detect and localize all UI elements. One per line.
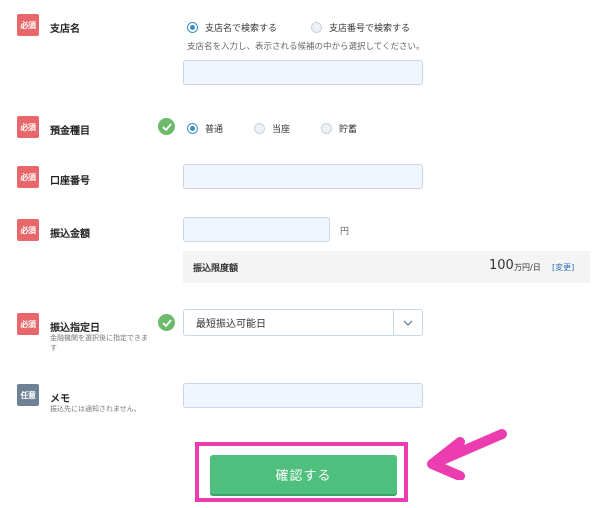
branch-hint: 支店名を入力し、表示される候補の中から選択してください。: [187, 42, 425, 52]
optional-badge: 任意: [17, 384, 39, 406]
transfer-date-select[interactable]: 最短振込可能日: [183, 309, 423, 336]
radio-account-ordinary[interactable]: 普通: [187, 122, 223, 135]
limit-value: 100: [489, 258, 514, 273]
arrow-annotation-icon: [427, 429, 507, 480]
account-type-label: 預金種目: [50, 126, 90, 137]
radio-dot: [311, 22, 322, 33]
account-number-input[interactable]: [183, 164, 423, 189]
check-icon: [158, 118, 175, 135]
required-badge: 必須: [17, 313, 39, 335]
radio-search-by-code[interactable]: 支店番号で検索する: [311, 21, 410, 34]
radio-dot: [187, 22, 198, 33]
required-badge: 必須: [17, 166, 39, 188]
memo-sublabel: 振込先には通知されません。: [50, 405, 141, 413]
amount-label: 振込金額: [50, 229, 90, 240]
transfer-date-sublabel: 金融機関を選択後に指定できます: [50, 334, 148, 352]
amount-input[interactable]: [183, 217, 330, 242]
transfer-limit-bar: 振込限度額 100 万円/日 [変更]: [183, 251, 590, 283]
confirm-button[interactable]: 確認する: [210, 455, 397, 494]
required-badge: 必須: [17, 14, 39, 36]
radio-dot: [321, 123, 332, 134]
required-badge: 必須: [17, 219, 39, 241]
radio-account-current[interactable]: 当座: [254, 122, 290, 135]
radio-search-by-name-label: 支店名で検索する: [205, 24, 278, 34]
radio-account-ordinary-label: 普通: [205, 125, 224, 135]
radio-account-savings-label: 貯蓄: [339, 125, 358, 135]
transfer-date-label: 振込指定日: [50, 323, 100, 334]
radio-search-by-code-label: 支店番号で検索する: [329, 24, 411, 34]
chevron-down-icon[interactable]: [393, 310, 422, 335]
branch-name-input[interactable]: [183, 60, 423, 85]
limit-label: 振込限度額: [193, 264, 239, 274]
limit-unit: 万円/日: [514, 263, 541, 272]
radio-account-current-label: 当座: [272, 125, 291, 135]
account-number-label: 口座番号: [50, 176, 90, 187]
memo-input[interactable]: [183, 383, 423, 408]
radio-dot: [254, 123, 265, 134]
check-icon: [158, 314, 175, 331]
change-limit-link[interactable]: [変更]: [552, 262, 574, 273]
amount-unit: 円: [340, 227, 350, 237]
radio-dot: [187, 123, 198, 134]
required-badge: 必須: [17, 116, 39, 138]
transfer-date-value: 最短振込可能日: [196, 319, 266, 330]
branch-label: 支店名: [50, 24, 80, 35]
memo-label: メモ: [50, 394, 70, 405]
radio-account-savings[interactable]: 貯蓄: [321, 122, 357, 135]
radio-search-by-name[interactable]: 支店名で検索する: [187, 21, 277, 34]
